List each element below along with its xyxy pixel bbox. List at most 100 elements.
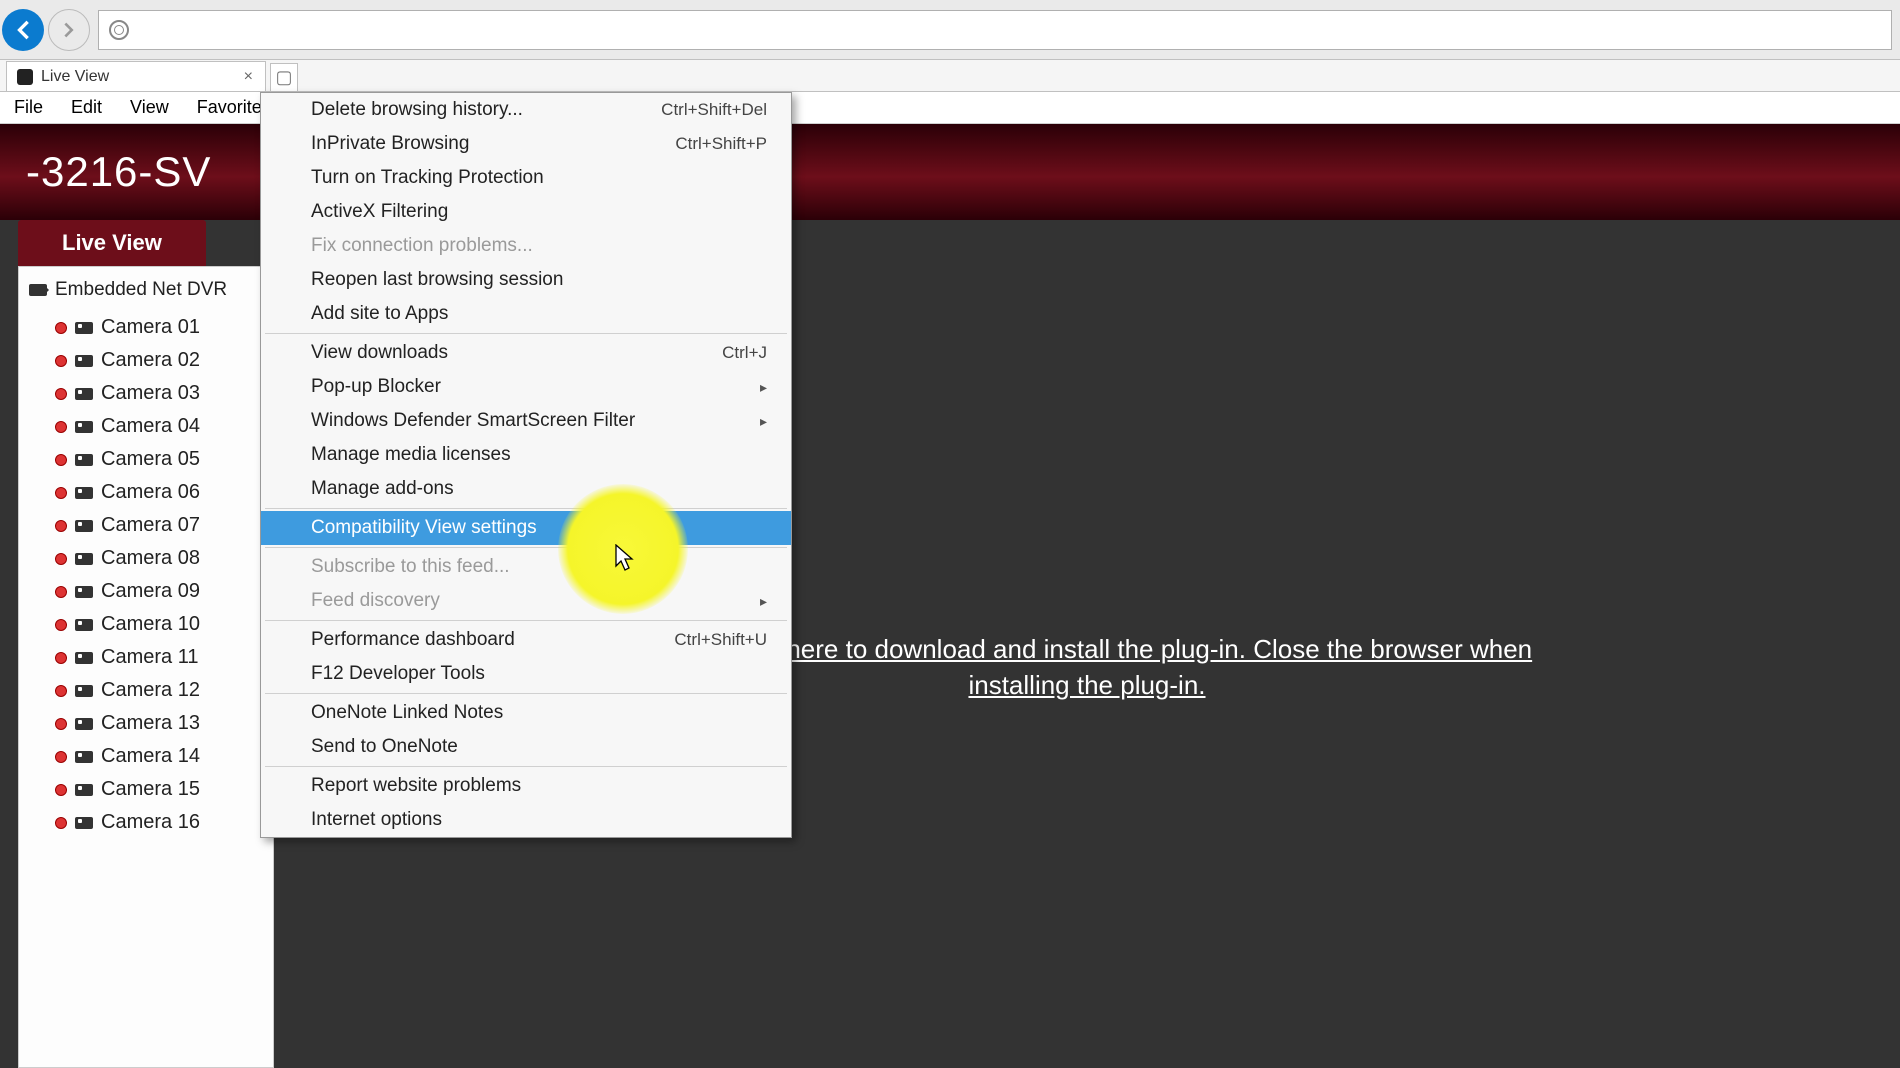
menu-item: Fix connection problems... (261, 229, 791, 263)
menu-item[interactable]: Reopen last browsing session (261, 263, 791, 297)
camera-item[interactable]: Camera 16 (55, 806, 263, 839)
menu-item[interactable]: Send to OneNote (261, 730, 791, 764)
menu-item[interactable]: Performance dashboardCtrl+Shift+U (261, 623, 791, 657)
record-dot-icon (55, 784, 67, 796)
browser-tab[interactable]: Live View × (6, 61, 266, 91)
camera-label: Camera 07 (101, 514, 200, 537)
dvr-icon (29, 284, 47, 296)
record-dot-icon (55, 322, 67, 334)
menu-item-label: Delete browsing history... (311, 99, 523, 121)
address-bar[interactable] (98, 10, 1892, 50)
camera-label: Camera 11 (101, 646, 198, 669)
camera-label: Camera 15 (101, 778, 200, 801)
menu-item[interactable]: Add site to Apps (261, 297, 791, 331)
menu-edit[interactable]: Edit (57, 92, 116, 123)
camera-label: Camera 09 (101, 580, 200, 603)
camera-item[interactable]: Camera 02 (55, 344, 263, 377)
record-dot-icon (55, 520, 67, 532)
record-dot-icon (55, 817, 67, 829)
menu-item-label: Internet options (311, 809, 442, 831)
menu-item[interactable]: Delete browsing history... Ctrl+Shift+Del (261, 93, 791, 127)
menu-item[interactable]: Manage add-ons (261, 472, 791, 506)
camera-label: Camera 05 (101, 448, 200, 471)
record-dot-icon (55, 553, 67, 565)
tab-close-button[interactable]: × (240, 68, 257, 86)
menu-item-label: View downloads (311, 342, 448, 364)
record-dot-icon (55, 718, 67, 730)
camera-item[interactable]: Camera 04 (55, 410, 263, 443)
camera-item[interactable]: Camera 12 (55, 674, 263, 707)
camera-icon (75, 817, 93, 829)
camera-label: Camera 12 (101, 679, 200, 702)
camera-item[interactable]: Camera 14 (55, 740, 263, 773)
menu-item[interactable]: InPrivate Browsing Ctrl+Shift+P (261, 127, 791, 161)
camera-icon (75, 421, 93, 433)
camera-item[interactable]: Camera 03 (55, 377, 263, 410)
site-identity-icon (109, 20, 129, 40)
menu-item[interactable]: ActiveX Filtering (261, 195, 791, 229)
camera-item[interactable]: Camera 15 (55, 773, 263, 806)
camera-item[interactable]: Camera 09 (55, 575, 263, 608)
menu-item: Subscribe to this feed... (261, 550, 791, 584)
tree-root[interactable]: Embedded Net DVR (29, 279, 263, 301)
menu-item[interactable]: Manage media licenses (261, 438, 791, 472)
record-dot-icon (55, 454, 67, 466)
camera-label: Camera 16 (101, 811, 200, 834)
camera-item[interactable]: Camera 10 (55, 608, 263, 641)
camera-label: Camera 14 (101, 745, 200, 768)
browser-nav-bar (0, 0, 1900, 60)
menu-file[interactable]: File (0, 92, 57, 123)
camera-icon (75, 586, 93, 598)
menu-item[interactable]: Pop-up Blocker▸ (261, 370, 791, 404)
menu-item-label: Subscribe to this feed... (311, 556, 510, 578)
tab-title: Live View (41, 68, 109, 86)
menu-item[interactable]: Internet options (261, 803, 791, 837)
new-tab-button[interactable]: ▢ (270, 63, 298, 91)
menu-item[interactable]: Compatibility View settings (261, 511, 791, 545)
camera-icon (75, 520, 93, 532)
camera-item[interactable]: Camera 01 (55, 311, 263, 344)
menu-item-label: Performance dashboard (311, 629, 515, 651)
tools-menu-dropdown: Delete browsing history... Ctrl+Shift+Del… (260, 92, 792, 838)
camera-item[interactable]: Camera 11 (55, 641, 263, 674)
record-dot-icon (55, 619, 67, 631)
menu-shortcut: Ctrl+Shift+P (675, 134, 767, 154)
record-dot-icon (55, 751, 67, 763)
camera-item[interactable]: Camera 08 (55, 542, 263, 575)
camera-label: Camera 01 (101, 316, 200, 339)
record-dot-icon (55, 685, 67, 697)
menu-view[interactable]: View (116, 92, 183, 123)
record-dot-icon (55, 388, 67, 400)
camera-item[interactable]: Camera 13 (55, 707, 263, 740)
forward-button[interactable] (48, 9, 90, 51)
menu-shortcut: Ctrl+Shift+Del (661, 100, 767, 120)
record-dot-icon (55, 586, 67, 598)
camera-item[interactable]: Camera 06 (55, 476, 263, 509)
camera-label: Camera 13 (101, 712, 200, 735)
menu-item[interactable]: OneNote Linked Notes (261, 696, 791, 730)
menu-item[interactable]: Report website problems (261, 769, 791, 803)
menu-item[interactable]: Windows Defender SmartScreen Filter▸ (261, 404, 791, 438)
menu-item-label: Fix connection problems... (311, 235, 533, 257)
camera-tree-sidebar: Embedded Net DVR Camera 01Camera 02Camer… (18, 266, 274, 1068)
app-tab-liveview[interactable]: Live View (18, 220, 206, 266)
menu-item-label: Compatibility View settings (311, 517, 537, 539)
menu-item[interactable]: F12 Developer Tools (261, 657, 791, 691)
menu-item[interactable]: View downloadsCtrl+J (261, 336, 791, 370)
tab-favicon (17, 69, 33, 85)
camera-icon (75, 685, 93, 697)
record-dot-icon (55, 355, 67, 367)
menu-item-label: InPrivate Browsing (311, 133, 469, 155)
camera-icon (75, 454, 93, 466)
back-button[interactable] (2, 9, 44, 51)
menu-item[interactable]: Turn on Tracking Protection (261, 161, 791, 195)
browser-tab-bar: Live View × ▢ (0, 60, 1900, 92)
camera-icon (75, 652, 93, 664)
record-dot-icon (55, 652, 67, 664)
record-dot-icon (55, 421, 67, 433)
camera-icon (75, 751, 93, 763)
camera-item[interactable]: Camera 07 (55, 509, 263, 542)
menu-item-label: Windows Defender SmartScreen Filter (311, 410, 635, 432)
camera-item[interactable]: Camera 05 (55, 443, 263, 476)
camera-icon (75, 388, 93, 400)
